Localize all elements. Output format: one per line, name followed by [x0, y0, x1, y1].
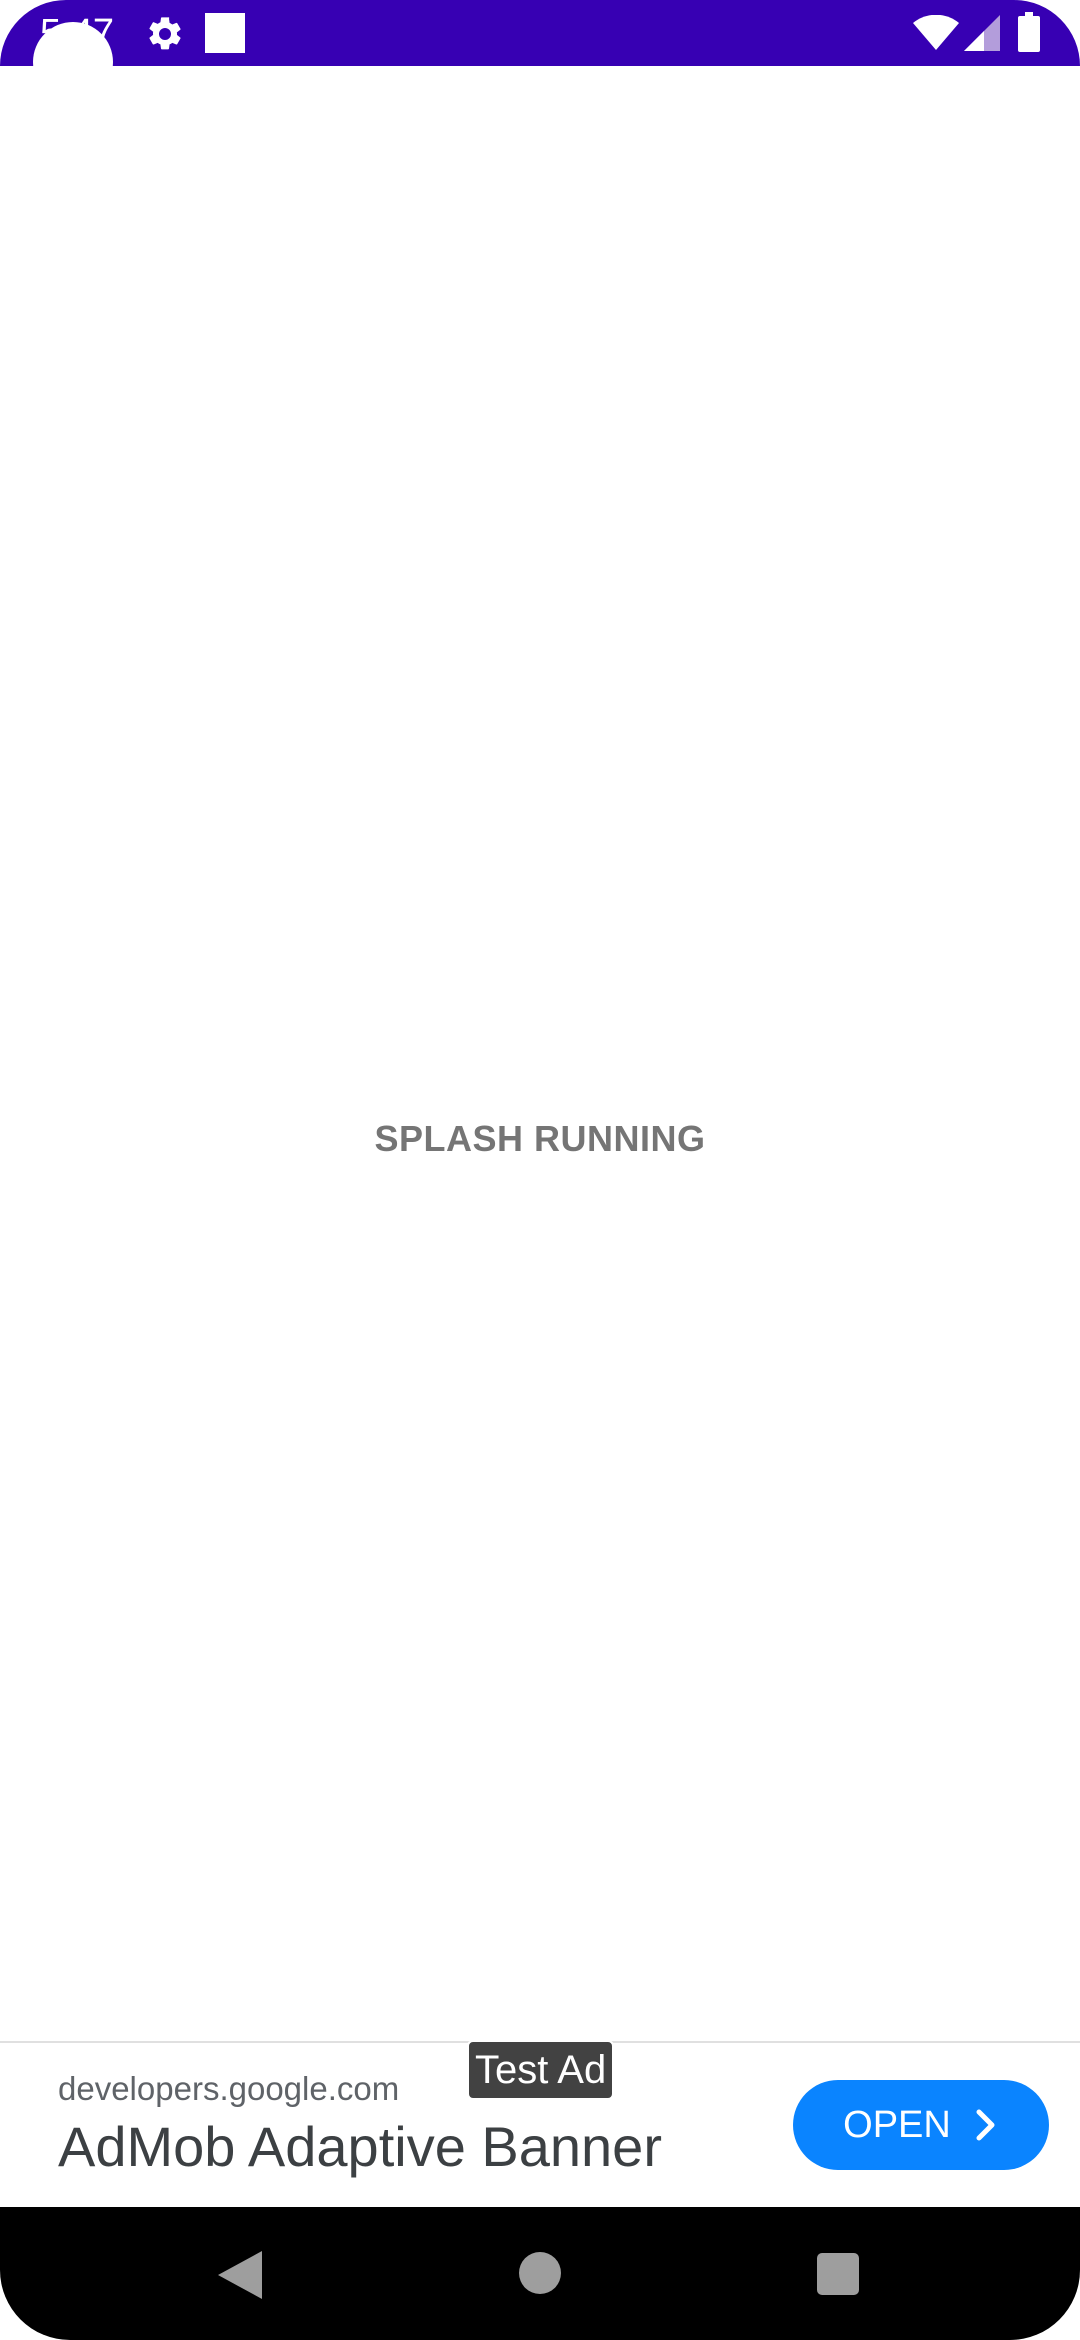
signal-icon	[964, 15, 1000, 51]
chevron-right-icon	[976, 2109, 995, 2141]
gear-icon	[149, 17, 181, 50]
ad-open-button[interactable]: OPEN	[793, 2080, 1049, 2170]
recents-icon[interactable]	[817, 2253, 859, 2295]
test-ad-badge: Test Ad	[467, 2040, 615, 2100]
navigation-bar	[0, 2207, 1080, 2340]
splash-status-text: SPLASH RUNNING	[374, 1118, 706, 1159]
wifi-icon	[913, 15, 959, 50]
back-icon[interactable]	[218, 2251, 262, 2299]
battery-icon	[1018, 12, 1040, 52]
status-bar: 5:47	[0, 0, 1080, 102]
ad-open-label: OPEN	[843, 2103, 951, 2146]
notification-square-icon	[205, 13, 245, 53]
ad-title[interactable]: AdMob Adaptive Banner	[58, 2113, 662, 2181]
ad-banner[interactable]: developers.google.com AdMob Adaptive Ban…	[0, 2040, 1080, 2207]
app-screen: 5:47 SPLASH RUNNING developers.google.co…	[0, 0, 1080, 2340]
home-icon[interactable]	[519, 2252, 561, 2294]
ad-domain: developers.google.com	[58, 2070, 400, 2107]
camera-cutout	[33, 22, 113, 102]
